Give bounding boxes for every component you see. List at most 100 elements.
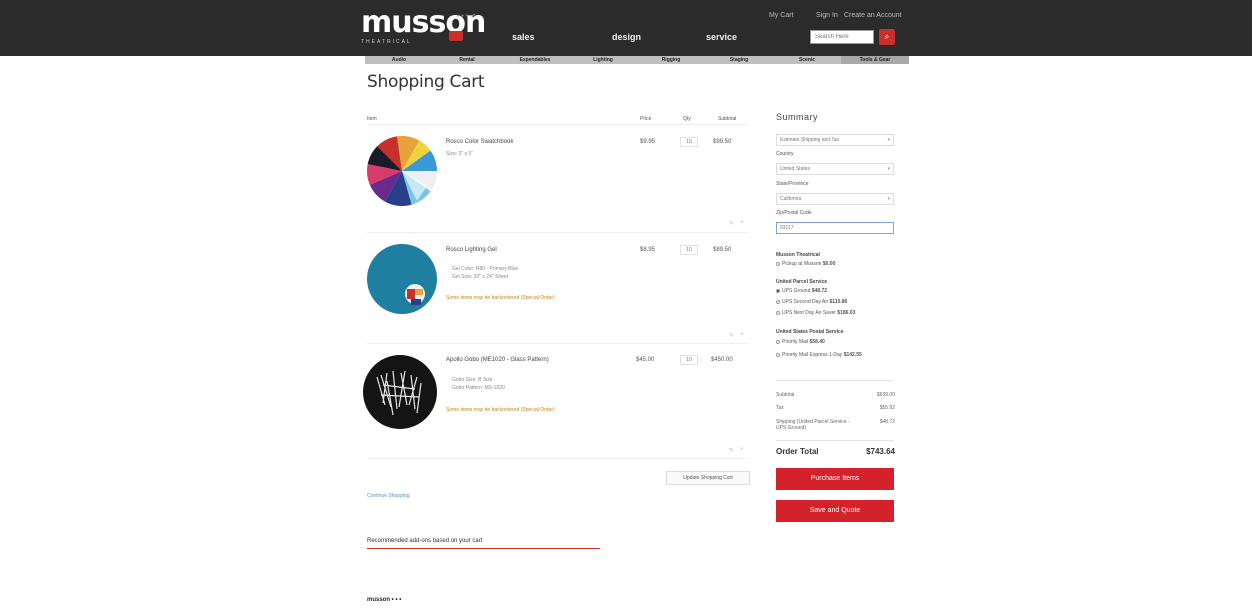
shipping-option[interactable]: Priority Mail $58.40 [776, 339, 825, 345]
remove-icon[interactable]: × [740, 447, 744, 453]
recommended-underline [367, 548, 600, 549]
item-price: $9.95 [640, 139, 656, 145]
category-rigging[interactable]: Rigging [637, 56, 705, 64]
country-value: United States [780, 166, 811, 172]
column-header-qty: Qty [683, 116, 691, 122]
shipping-option-price: $186.03 [837, 310, 856, 316]
row-divider [367, 232, 749, 233]
category-tools-gear[interactable]: Tools & Gear [841, 56, 909, 64]
country-label: Country [776, 151, 794, 157]
column-header-subtotal: Subtotal [718, 116, 737, 122]
item-price: $8.95 [640, 247, 656, 253]
state-select[interactable]: California ▾ [776, 193, 894, 205]
product-image-swatchbook[interactable] [367, 136, 437, 206]
category-lighting[interactable]: Lighting [569, 56, 637, 64]
nav-sales[interactable]: sales [512, 32, 535, 42]
product-option: Gel Color: R80 - Primary Blue [452, 266, 519, 272]
shipping-option[interactable]: Priority Mail Express 1-Day $142.55 [776, 352, 862, 358]
radio-button[interactable] [776, 340, 780, 344]
carrier-ups: United Parcel Service [776, 279, 828, 285]
item-subtotal: $99.50 [713, 139, 732, 145]
subtotal-label: Subtotal [776, 392, 795, 398]
radio-button[interactable] [776, 353, 780, 357]
chevron-down-icon: ▾ [887, 166, 890, 172]
purchase-items-button[interactable]: Purchase Items [776, 468, 894, 490]
radio-button[interactable] [776, 300, 780, 304]
state-value: California [780, 196, 802, 202]
nav-design[interactable]: design [612, 32, 641, 42]
sign-in-link[interactable]: Sign In [816, 12, 838, 19]
qty-input[interactable]: 10 [680, 355, 698, 365]
product-image-lighting-gel[interactable] [367, 244, 437, 314]
category-expendables[interactable]: Expendables [501, 56, 569, 64]
zip-label: Zip/Postal Code [776, 210, 812, 216]
category-nav: Audio Rental Expendables Lighting Riggin… [365, 56, 909, 64]
tax-label: Tax [776, 405, 784, 411]
country-select[interactable]: United States ▾ [776, 163, 894, 175]
shipping-option[interactable]: UPS Ground $48.72 [776, 288, 827, 294]
page-title: Shopping Cart [367, 72, 485, 92]
product-image-gobo[interactable] [363, 355, 437, 429]
shipping-option-label: UPS Ground [782, 288, 811, 294]
edit-icon[interactable]: ✎ [729, 220, 734, 227]
carrier-musson: Musson Theatrical [776, 252, 820, 258]
nav-service[interactable]: service [706, 32, 737, 42]
chevron-down-icon: ▾ [887, 137, 890, 143]
continue-shopping-link[interactable]: Continue Shopping [367, 493, 410, 499]
qty-input[interactable]: 10 [680, 245, 698, 255]
shipping-option-label: UPS Next Day Air Saver [782, 310, 836, 316]
carrier-usps: United States Postal Service [776, 329, 844, 335]
remove-icon[interactable]: × [740, 332, 744, 338]
shipping-option-label: Priority Mail Express 1-Day [782, 352, 843, 358]
chevron-down-icon: ▾ [887, 196, 890, 202]
product-option: Gobo Pattern: MS-1020 [452, 385, 505, 391]
remove-icon[interactable]: × [740, 220, 744, 226]
category-rental[interactable]: Rental [433, 56, 501, 64]
product-name[interactable]: Rosco Color Swatchbook [446, 139, 513, 145]
category-audio[interactable]: Audio [365, 56, 433, 64]
backorder-notice: Some items may be backordered (Special O… [446, 295, 555, 301]
logo-dots: • • • ↗ [457, 13, 477, 20]
product-name[interactable]: Rosco Lighting Gel [446, 247, 497, 253]
column-header-price: Price [640, 116, 652, 122]
summary-divider [776, 380, 894, 381]
shipping-option[interactable]: Pickup at Musson $0.00 [776, 261, 835, 267]
search-input[interactable] [810, 30, 874, 44]
product-option: Gel Size: 20" x 24" Sheet [452, 274, 509, 280]
estimate-shipping-label: Estimate Shipping and Tax [780, 137, 840, 143]
radio-button[interactable] [776, 311, 780, 315]
product-name[interactable]: Apollo Gobo (ME1020 - Glass Pattern) [446, 357, 549, 363]
item-subtotal: $89.50 [713, 247, 732, 253]
tax-value: $55.92 [879, 405, 895, 411]
logo-accent-mark [449, 31, 463, 41]
shipping-value: $48.72 [879, 419, 895, 425]
shipping-option-price: $0.00 [822, 261, 836, 267]
subtotal-value: $639.00 [876, 392, 895, 398]
shipping-option[interactable]: UPS Second Day Air $110.86 [776, 299, 847, 305]
save-quote-button[interactable]: Save and Quote [776, 500, 894, 522]
edit-icon[interactable]: ✎ [729, 447, 734, 454]
shipping-option-label: Priority Mail [782, 339, 809, 345]
order-total-label: Order Total [776, 447, 819, 456]
shipping-option[interactable]: UPS Next Day Air Saver $186.03 [776, 310, 855, 316]
row-divider [367, 343, 749, 344]
update-cart-button[interactable]: Update Shopping Cart [666, 471, 750, 485]
summary-divider [776, 440, 894, 441]
category-scenic[interactable]: Scenic [773, 56, 841, 64]
zip-input[interactable]: 93117 [776, 222, 894, 234]
estimate-shipping-toggle[interactable]: Estimate Shipping and Tax ▾ [776, 134, 894, 146]
header-inner: musson THEATRICAL • • • ↗ sales design s… [357, 0, 909, 56]
category-staging[interactable]: Staging [705, 56, 773, 64]
footer-logo[interactable]: musson • • • [367, 597, 401, 603]
create-account-link[interactable]: Create an Account [844, 12, 902, 19]
item-price: $45.00 [636, 357, 655, 363]
shipping-label: Shipping (United Parcel Service - UPS Gr… [776, 419, 850, 431]
recommended-heading: Recommended add-ons based on your cart [367, 538, 483, 544]
my-cart-link[interactable]: My Cart [769, 12, 794, 19]
radio-button[interactable] [776, 262, 780, 266]
radio-button-selected[interactable] [776, 289, 780, 293]
search-button[interactable]: ⌕ [879, 29, 895, 45]
edit-icon[interactable]: ✎ [729, 332, 734, 339]
qty-input[interactable]: 10 [680, 137, 698, 147]
product-option: Size: 3" x 5" [446, 151, 473, 157]
